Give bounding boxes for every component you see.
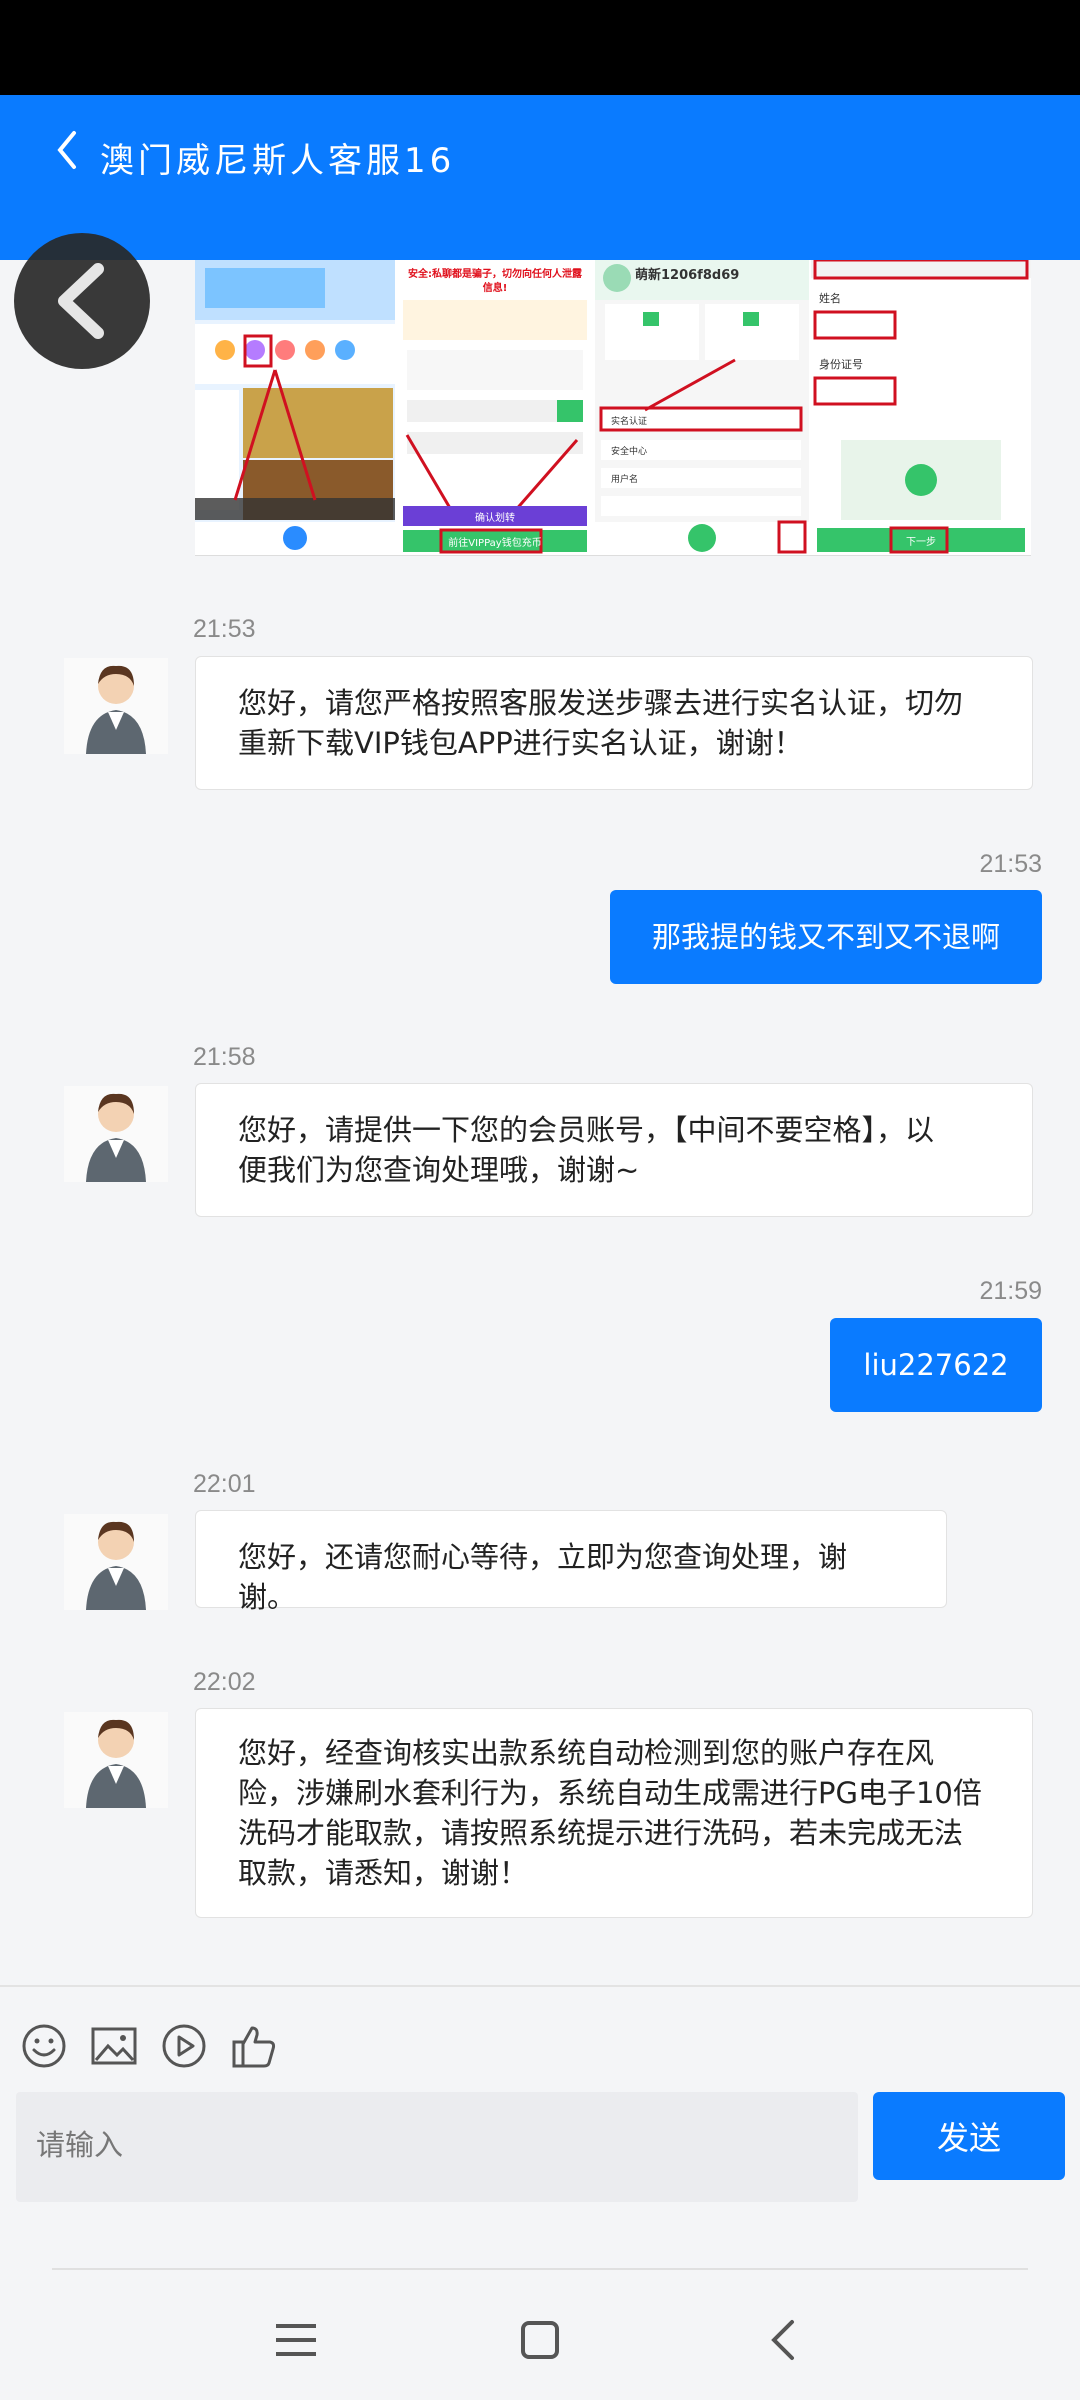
incoming-message[interactable]: 您好，还请您耐心等待，立即为您查询处理，谢谢。	[195, 1510, 947, 1614]
menu-icon	[276, 2324, 316, 2356]
message-line: 取款，请悉知，谢谢！	[238, 1856, 529, 1890]
message-timestamp: 22:02	[193, 1668, 256, 1696]
page-title: 澳门威尼斯人客服16	[100, 141, 456, 181]
message-line: 便我们为您查询处理哦，谢谢~	[238, 1153, 640, 1187]
screenshot-lobby	[195, 260, 395, 555]
thumbs-up-button[interactable]	[230, 2022, 278, 2070]
video-button[interactable]	[160, 2022, 208, 2070]
incoming-message[interactable]: 您好，请提供一下您的会员账号，【中间不要空格】，以 便我们为您查询处理哦，谢谢~	[195, 1083, 1033, 1217]
agent-avatar	[64, 1514, 168, 1610]
home-button[interactable]	[510, 2310, 570, 2370]
chevron-left-icon	[771, 2320, 794, 2360]
agent-avatar	[64, 1086, 168, 1182]
send-button[interactable]: 发送	[873, 2092, 1065, 2180]
back-button[interactable]	[48, 125, 88, 175]
home-square-icon	[521, 2321, 559, 2359]
message-timestamp: 21:59	[979, 1277, 1042, 1305]
message-line: 您好，经查询核实出款系统自动检测到您的账户存在风	[238, 1736, 935, 1770]
message-timestamp: 21:58	[193, 1043, 256, 1071]
message-timestamp: 22:01	[193, 1470, 256, 1498]
agent-avatar	[64, 1712, 168, 1808]
agent-avatar	[64, 658, 168, 754]
message-timestamp: 21:53	[979, 850, 1042, 878]
message-input[interactable]: 请输入	[16, 2092, 858, 2202]
message-line: 洗码才能取款，请按照系统提示进行洗码，若未完成无法	[238, 1816, 964, 1850]
agent-avatar-icon	[86, 665, 146, 754]
message-line: 险，涉嫌刷水套利行为，系统自动生成需进行PG电子10倍	[238, 1776, 982, 1810]
incoming-message[interactable]: 您好，请您严格按照客服发送步骤去进行实名认证，切勿 重新下载VIP钱包APP进行…	[195, 656, 1033, 790]
incoming-message[interactable]: 您好，经查询核实出款系统自动检测到您的账户存在风 险，涉嫌刷水套利行为，系统自动…	[195, 1708, 1033, 1918]
floating-back-button[interactable]	[14, 233, 150, 369]
image-message[interactable]: 安全:私聊都是骗子，切勿向任何人泄露信息! 确认划转 前往VIPPay钱包充币	[195, 260, 1031, 556]
image-button[interactable]	[90, 2022, 138, 2070]
image-icon	[91, 2027, 137, 2065]
message-line: 您好，请提供一下您的会员账号，【中间不要空格】，以	[238, 1113, 935, 1147]
video-icon	[162, 2024, 206, 2068]
agent-avatar-icon	[86, 1719, 146, 1808]
composer-toolbar	[0, 1990, 1080, 2100]
composer-divider	[0, 1985, 1080, 1987]
screenshot-transfer: 安全:私聊都是骗子，切勿向任何人泄露信息! 确认划转 前往VIPPay钱包充币	[397, 260, 593, 555]
agent-avatar-icon	[86, 1521, 146, 1610]
chat-message-list[interactable]: 安全:私聊都是骗子，切勿向任何人泄露信息! 确认划转 前往VIPPay钱包充币	[0, 260, 1080, 1985]
message-timestamp: 21:53	[193, 615, 256, 643]
chevron-left-icon	[58, 263, 104, 339]
screenshot-profile: 萌新1206f8d69 实名认证 安全中心 用户名	[595, 260, 809, 555]
recent-apps-button[interactable]	[266, 2310, 326, 2370]
message-line: 您好，请您严格按照客服发送步骤去进行实名认证，切勿	[238, 686, 964, 720]
status-bar	[0, 0, 1080, 95]
message-line: 您好，还请您耐心等待，立即为您查询处理，谢谢。	[238, 1540, 848, 1614]
emoji-button[interactable]	[20, 2022, 68, 2070]
outgoing-message[interactable]: liu227622	[830, 1318, 1042, 1412]
outgoing-message[interactable]: 那我提的钱又不到又不退啊	[610, 890, 1042, 984]
chevron-left-icon	[57, 131, 76, 169]
system-nav-bar	[0, 2270, 1080, 2400]
chat-header: 澳门威尼斯人客服16	[0, 95, 1080, 260]
emoji-icon	[22, 2024, 66, 2068]
agent-avatar-icon	[86, 1093, 146, 1182]
message-line: 重新下载VIP钱包APP进行实名认证，谢谢！	[238, 726, 803, 760]
thumbs-up-icon	[232, 2026, 276, 2068]
screenshot-id-verify: 姓名 身份证号 下一步	[811, 260, 1031, 555]
back-nav-button[interactable]	[754, 2310, 814, 2370]
